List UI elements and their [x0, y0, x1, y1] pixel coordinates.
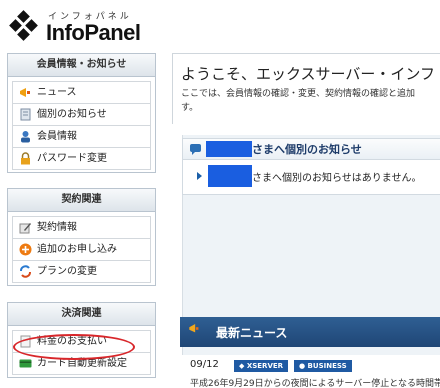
sidebar-item-label: 個別のお知らせ — [37, 109, 107, 120]
news-tag-label: XSERVER — [246, 362, 284, 370]
news-tag-xserver[interactable]: ◆ XSERVER — [234, 360, 289, 372]
sidebar-item-contract-info[interactable]: 契約情報 — [12, 216, 151, 238]
latest-news-header: 最新ニュース — [180, 317, 440, 347]
personal-notice-header: さまへ個別のお知らせ — [183, 139, 440, 160]
welcome-description-line1: ここでは、会員情報の確認・変更、契約情報の確認と追加 — [181, 89, 416, 99]
speech-bubble-icon — [189, 143, 202, 156]
plus-circle-icon — [19, 243, 32, 256]
sidebar-item-label: 追加のお申し込み — [37, 244, 117, 255]
sidebar-item-personal-notice[interactable]: 個別のお知らせ — [12, 103, 151, 125]
redacted-username — [208, 165, 252, 187]
personal-notice-message: さまへ個別のお知らせはありません。 — [252, 172, 422, 184]
sidebar-section-title: 契約関連 — [8, 189, 155, 212]
sidebar-item-label: 契約情報 — [37, 222, 77, 233]
welcome-title: ようこそ、エックスサーバー・インフ — [181, 65, 435, 83]
welcome-description: ここでは、会員情報の確認・変更、契約情報の確認と追加 す。 — [181, 87, 440, 115]
sidebar-item-member-info[interactable]: 会員情報 — [12, 125, 151, 147]
news-tag-label: BUSINESS — [307, 362, 347, 370]
sidebar-section-title: 決済関連 — [8, 303, 155, 326]
sidebar-section-member: 会員情報・お知らせ ニュース 個別のお知らせ 会員情報 パスワード変更 — [7, 53, 156, 173]
logo-diamond-icon — [9, 10, 38, 41]
personal-notice-panel: さまへ個別のお知らせ さまへ個別のお知らせはありません。 — [182, 138, 440, 195]
news-date: 09/12 — [190, 359, 219, 370]
pen-icon — [19, 221, 32, 234]
sidebar-section-contract: 契約関連 契約情報 追加のお申し込み プランの変更 — [7, 188, 156, 286]
personal-notice-body: さまへ個別のお知らせはありません。 — [183, 162, 440, 190]
main-content: ようこそ、エックスサーバー・インフ ここでは、会員情報の確認・変更、契約情報の確… — [172, 53, 440, 388]
news-tag-business[interactable]: ● BUSINESS — [294, 360, 352, 372]
sidebar-item-additional-order[interactable]: 追加のお申し込み — [12, 238, 151, 260]
credit-card-icon — [19, 357, 32, 370]
sidebar-item-label: パスワード変更 — [37, 153, 107, 164]
sidebar-item-password[interactable]: パスワード変更 — [12, 147, 151, 170]
welcome-box: ようこそ、エックスサーバー・インフ ここでは、会員情報の確認・変更、契約情報の確… — [172, 53, 440, 124]
sidebar-item-label: プランの変更 — [37, 266, 97, 277]
megaphone-icon — [19, 86, 32, 99]
refresh-icon — [19, 265, 32, 278]
megaphone-icon — [188, 322, 208, 342]
sidebar-item-plan-change[interactable]: プランの変更 — [12, 260, 151, 283]
redacted-username — [206, 141, 252, 157]
sidebar-item-label: ニュース — [37, 87, 77, 98]
logo-name: InfoPanel — [46, 20, 141, 45]
document-icon — [19, 108, 32, 121]
lock-icon — [19, 152, 32, 165]
welcome-description-line2: す。 — [181, 103, 199, 113]
highlight-circle — [13, 334, 135, 360]
bullet-arrow-icon — [197, 172, 202, 180]
sidebar-item-label: 会員情報 — [37, 131, 77, 142]
infopanel-logo[interactable]: インフォパネル InfoPanel — [8, 6, 178, 46]
latest-news-title: 最新ニュース — [216, 325, 288, 340]
sidebar-item-news[interactable]: ニュース — [12, 81, 151, 103]
user-icon — [19, 130, 32, 143]
personal-notice-title: さまへ個別のお知らせ — [252, 143, 362, 156]
news-item-link[interactable]: 平成26年9月29日からの夜間によるサーバー停止となる時間帯の — [190, 376, 440, 388]
sidebar-section-title: 会員情報・お知らせ — [8, 54, 155, 77]
